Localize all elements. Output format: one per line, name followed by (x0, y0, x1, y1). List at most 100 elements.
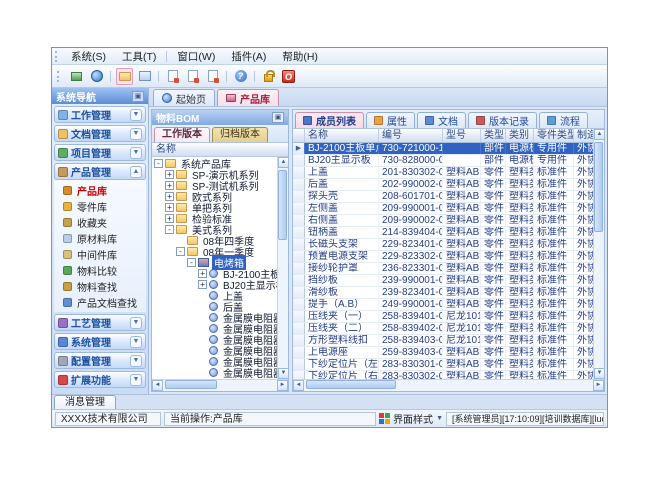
help-icon[interactable]: ? (232, 68, 249, 85)
row-selector[interactable] (293, 167, 305, 178)
menu-window[interactable]: 窗口(W) (169, 48, 223, 65)
tree-toggle-icon[interactable]: + (165, 192, 174, 201)
scroll-down-icon[interactable]: ▼ (594, 368, 604, 379)
menu-help[interactable]: 帮助(H) (274, 48, 326, 65)
row-selector[interactable] (293, 227, 305, 238)
table-row[interactable]: BJ20主显示板730-828000-04X部件电源板专用件外协颗 (293, 155, 593, 167)
menu-system[interactable]: 系统(S) (63, 48, 114, 65)
table-row[interactable]: 上盖201-830302-00X塑料ABS零件塑料类标准件外协条 (293, 167, 593, 179)
tab-start-page[interactable]: 起始页 (153, 89, 215, 106)
row-selector[interactable]: ▶ (293, 143, 305, 154)
scroll-right-icon[interactable]: ► (593, 380, 604, 391)
table-row[interactable]: 上电源座259-839403-00X塑料ABS零件塑料类标准件外协条 (293, 347, 593, 359)
grid-column-header[interactable] (293, 129, 305, 142)
tab-archived-version[interactable]: 归档版本 (212, 127, 268, 142)
chevron-down-icon[interactable]: ▼ (130, 128, 142, 140)
scroll-left-icon[interactable]: ◄ (293, 380, 304, 391)
sidebar-item[interactable]: 物料比较 (54, 262, 146, 278)
row-selector[interactable] (293, 335, 305, 346)
sidebar-collapse-button[interactable]: ▣ (132, 91, 144, 102)
tree-column-header[interactable]: 名称 (152, 143, 288, 157)
grid-column-header[interactable]: 类别 (506, 129, 534, 142)
table-row[interactable]: 方形塑料线扣258-839403-00X尼龙1010零件塑料类标准件外协条 (293, 335, 593, 347)
grid-column-header[interactable]: 名称 (305, 129, 379, 142)
chevron-up-icon[interactable]: ▲ (130, 166, 142, 178)
row-selector[interactable] (293, 191, 305, 202)
grid-column-header[interactable]: 型号 (443, 129, 481, 142)
chevron-down-icon[interactable]: ▼ (130, 374, 142, 386)
row-selector[interactable] (293, 251, 305, 262)
member-tab-0[interactable]: 成员列表 (295, 112, 364, 128)
row-selector[interactable] (293, 263, 305, 274)
tab-product-library[interactable]: 产品库 (217, 89, 279, 106)
grid-column-header[interactable]: 制造方式 (574, 129, 593, 142)
grid-column-header[interactable]: 编号 (379, 129, 443, 142)
sidebar-item[interactable]: 产品文档查找 (54, 294, 146, 310)
table-row[interactable]: 下纱定位片（右）283-830302-00X塑料ABS零件塑料类标准件外协条 (293, 371, 593, 379)
grid-vertical-scrollbar[interactable]: ▲ ▼ (593, 129, 604, 379)
grid-view-icon[interactable] (136, 68, 153, 85)
sidebar-item[interactable]: 原材料库 (54, 230, 146, 246)
sidebar-section-7[interactable]: 扩展功能▼ (54, 371, 146, 388)
table-row[interactable]: 探头壳208-601701-01X塑料ABS零件塑料类标准件外协条 (293, 191, 593, 203)
row-selector[interactable] (293, 215, 305, 226)
scroll-up-icon[interactable]: ▲ (594, 129, 604, 140)
row-selector[interactable] (293, 311, 305, 322)
table-row[interactable]: 压线夹（二）258-839402-00X尼龙1010零件塑料类标准件外协条 (293, 323, 593, 335)
row-selector[interactable] (293, 275, 305, 286)
scroll-up-icon[interactable]: ▲ (278, 157, 288, 168)
grid-horizontal-scrollbar[interactable]: ◄ ► (293, 379, 604, 391)
tab-message-management[interactable]: 消息管理 (54, 395, 116, 409)
tree-vertical-scrollbar[interactable]: ▲ ▼ (277, 157, 288, 379)
sidebar-section-5[interactable]: 系统管理▼ (54, 333, 146, 350)
sidebar-section-4[interactable]: 工艺管理▼ (54, 314, 146, 331)
tree-toggle-icon[interactable]: + (198, 280, 207, 289)
tree-toggle-icon[interactable]: + (165, 214, 174, 223)
sidebar-section-3[interactable]: 产品管理▲ (54, 163, 146, 180)
menu-plugins[interactable]: 插件(A) (223, 48, 274, 65)
chevron-down-icon[interactable]: ▼ (130, 355, 142, 367)
sidebar-item[interactable]: 收藏夹 (54, 214, 146, 230)
doc-new-icon[interactable] (164, 68, 181, 85)
exit-icon[interactable]: O (280, 68, 297, 85)
table-row[interactable]: 下纱定位片（左）283-830301-00X塑料ABS零件塑料类标准件外协条 (293, 359, 593, 371)
tree-toggle-icon[interactable]: + (165, 203, 174, 212)
menu-tools[interactable]: 工具(T) (114, 48, 164, 65)
table-row[interactable]: 右侧盖209-990002-01X塑料ABS零件塑料类标准件外协条 (293, 215, 593, 227)
menubar-grip[interactable] (55, 51, 60, 62)
scroll-left-icon[interactable]: ◄ (152, 380, 163, 391)
chevron-down-icon[interactable]: ▼ (130, 109, 142, 121)
tree-toggle-icon[interactable]: - (187, 258, 196, 267)
sidebar-section-2[interactable]: 项目管理▼ (54, 144, 146, 161)
row-selector[interactable] (293, 347, 305, 358)
tree-toggle-icon[interactable]: - (176, 247, 185, 256)
row-selector[interactable] (293, 299, 305, 310)
scroll-down-icon[interactable]: ▼ (278, 368, 288, 379)
globe-icon[interactable] (88, 68, 105, 85)
doc-delete-icon[interactable] (204, 68, 221, 85)
row-selector[interactable] (293, 359, 305, 370)
table-row[interactable]: 钮柄盖214-839404-01X塑料ABS零件塑料类标准件外协条 (293, 227, 593, 239)
table-row[interactable]: 提手（A.B）249-990001-01X塑料ABS零件塑料类标准件外协条 (293, 299, 593, 311)
member-tab-4[interactable]: 流程 (539, 112, 588, 128)
table-row[interactable]: 后盖202-990002-01X塑料ABS零件塑料类标准件外协条 (293, 179, 593, 191)
member-tab-3[interactable]: 版本记录 (468, 112, 537, 128)
lock-icon[interactable] (260, 68, 277, 85)
tab-working-version[interactable]: 工作版本 (154, 127, 210, 142)
row-selector[interactable] (293, 287, 305, 298)
grid-column-header[interactable]: 零件类型 (534, 129, 574, 142)
row-selector[interactable] (293, 239, 305, 250)
row-selector[interactable] (293, 179, 305, 190)
sidebar-item[interactable]: 产品库 (54, 182, 146, 198)
row-selector[interactable] (293, 323, 305, 334)
bom-panel-pin-button[interactable]: ▣ (272, 112, 284, 123)
scroll-right-icon[interactable]: ► (277, 380, 288, 391)
ui-style-dropdown[interactable]: 界面样式 ▼ (379, 411, 443, 426)
row-selector[interactable] (293, 203, 305, 214)
tree-toggle-icon[interactable]: + (198, 269, 207, 278)
sidebar-item[interactable]: 中间件库 (54, 246, 146, 262)
sidebar-item[interactable]: 零件库 (54, 198, 146, 214)
tree-node[interactable]: +BJ20主显示板 (152, 279, 277, 290)
tree-toggle-icon[interactable]: + (165, 170, 174, 179)
sidebar-item[interactable]: 物料查找 (54, 278, 146, 294)
